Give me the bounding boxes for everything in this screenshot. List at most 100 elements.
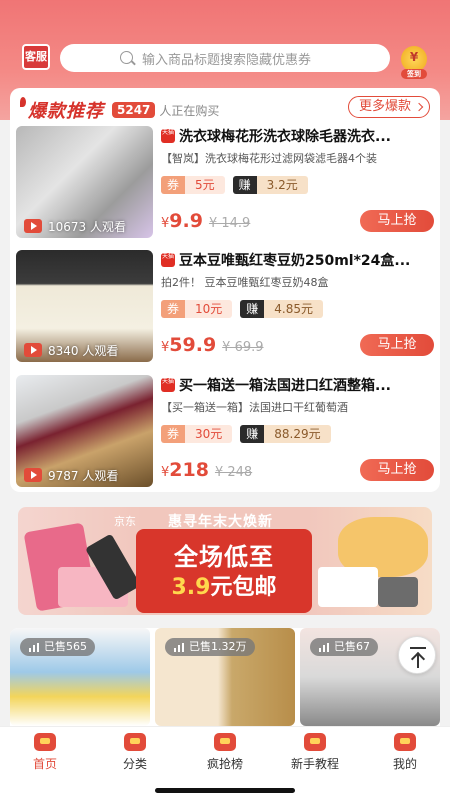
tab-label: 我的	[392, 757, 417, 771]
banner-price: 3.9	[171, 575, 211, 600]
product-tags: 券 5元 赚 3.2元	[161, 176, 316, 194]
bar-chart-icon	[319, 643, 329, 652]
coupon-tag: 券 30元	[161, 425, 233, 443]
tmall-badge: 天猫	[161, 129, 175, 143]
sold-count: 已售67	[334, 640, 370, 653]
tutorial-icon	[304, 733, 326, 751]
bar-chart-icon	[174, 643, 184, 652]
earn-tag: 赚 4.85元	[240, 300, 324, 318]
product-desc: 【智岚】洗衣球梅花形过滤网袋滤毛器4个装	[161, 152, 377, 165]
product-desc: 【买一箱送一箱】法国进口干红葡萄酒	[161, 401, 348, 414]
earn-key: 赚	[240, 300, 265, 318]
fire-icon	[214, 733, 236, 751]
coupon-key: 券	[161, 425, 185, 443]
tab-label: 分类	[122, 757, 147, 771]
coupon-value: 30元	[185, 425, 233, 443]
product-title[interactable]: 洗衣球梅花形洗衣球除毛器洗衣...	[179, 126, 391, 146]
current-price: ¥9.9	[161, 210, 203, 232]
buy-now-button[interactable]: 马上抢	[360, 459, 434, 481]
product-info: 天猫 买一箱送一箱法国进口红酒整箱... 【买一箱送一箱】法国进口干红葡萄酒 券…	[161, 375, 434, 487]
more-hot-button[interactable]: 更多爆款	[347, 96, 430, 118]
sold-count-badge: 已售67	[310, 638, 378, 656]
home-icon	[34, 733, 56, 751]
tab-profile[interactable]: 我的	[360, 733, 450, 772]
earn-value: 88.29元	[264, 425, 331, 443]
grid-item[interactable]: 已售565	[10, 628, 150, 726]
hot-title: 爆款推荐	[20, 97, 104, 123]
product-title[interactable]: 买一箱送一箱法国进口红酒整箱...	[179, 375, 391, 395]
coupon-value: 10元	[185, 300, 233, 318]
signin-button[interactable]: ¥ 签到	[401, 46, 427, 79]
hot-products-card: 爆款推荐 5247 人正在购买 更多爆款 10673 人观看 天猫 洗衣球梅花形…	[10, 88, 440, 492]
arrow-stem	[417, 654, 419, 668]
tab-ranking[interactable]: 疯抢榜	[180, 733, 270, 772]
coupon-value: 5元	[185, 176, 225, 194]
buy-now-button[interactable]: 马上抢	[360, 210, 434, 232]
coupon-key: 券	[161, 300, 185, 318]
search-bar[interactable]: 输入商品标题搜索隐藏优惠券	[60, 44, 390, 72]
video-play-icon	[24, 343, 42, 357]
home-indicator[interactable]	[155, 788, 295, 793]
tmall-badge: 天猫	[161, 253, 175, 267]
earn-value: 4.85元	[264, 300, 324, 318]
product-thumbnail[interactable]: 9787 人观看	[16, 375, 153, 487]
product-info: 天猫 豆本豆唯甄红枣豆奶250ml*24盒... 拍2件！ 豆本豆唯甄红枣豆奶4…	[161, 250, 434, 362]
product-tags: 券 30元 赚 88.29元	[161, 425, 339, 443]
banner-headline: 全场低至	[174, 543, 274, 571]
category-icon	[124, 733, 146, 751]
buy-now-button[interactable]: 马上抢	[360, 334, 434, 356]
original-price: ¥ 69.9	[222, 340, 264, 355]
sold-count: 已售1.32万	[189, 640, 247, 653]
watchers-count: 9787 人观看	[48, 468, 119, 483]
banner-store-label: 京东	[114, 515, 136, 528]
tab-category[interactable]: 分类	[90, 733, 180, 772]
product-item[interactable]: 9787 人观看 天猫 买一箱送一箱法国进口红酒整箱... 【买一箱送一箱】法国…	[16, 375, 434, 487]
buyer-count-label: 人正在购买	[159, 103, 220, 118]
tab-tutorial[interactable]: 新手教程	[270, 733, 360, 772]
coupon-tag: 券 10元	[161, 300, 233, 318]
price-row: ¥218 ¥ 248	[161, 459, 252, 481]
back-to-top-button[interactable]	[398, 636, 436, 674]
product-title[interactable]: 豆本豆唯甄红枣豆奶250ml*24盒...	[179, 250, 410, 270]
original-price: ¥ 248	[214, 465, 253, 480]
banner-slogan: 惠寻年末大焕新	[168, 514, 273, 530]
sold-count-badge: 已售1.32万	[165, 638, 255, 656]
search-placeholder: 输入商品标题搜索隐藏优惠券	[142, 52, 312, 68]
promo-banner[interactable]: 京东 惠寻年末大焕新 全场低至 3.9元包邮	[18, 507, 432, 615]
coupon-key: 券	[161, 176, 185, 194]
product-item[interactable]: 10673 人观看 天猫 洗衣球梅花形洗衣球除毛器洗衣... 【智岚】洗衣球梅花…	[16, 126, 434, 238]
product-tags: 券 10元 赚 4.85元	[161, 300, 331, 318]
banner-decoration	[318, 567, 378, 607]
watchers-count: 8340 人观看	[48, 343, 119, 358]
earn-key: 赚	[240, 425, 265, 443]
video-play-icon	[24, 468, 42, 482]
earn-value: 3.2元	[256, 176, 308, 194]
search-icon	[120, 51, 133, 64]
price-row: ¥9.9 ¥ 14.9	[161, 210, 250, 232]
sold-count: 已售565	[44, 640, 87, 653]
grid-item[interactable]: 已售1.32万	[155, 628, 295, 726]
tab-label: 首页	[32, 757, 57, 771]
chevron-right-icon	[414, 102, 424, 112]
sold-count-badge: 已售565	[20, 638, 95, 656]
banner-price-suffix: 元包邮	[210, 575, 277, 600]
earn-tag: 赚 3.2元	[232, 176, 308, 194]
tab-home[interactable]: 首页	[0, 733, 90, 772]
product-thumbnail[interactable]: 10673 人观看	[16, 126, 153, 238]
current-price: ¥218	[161, 459, 209, 481]
tmall-badge: 天猫	[161, 378, 175, 392]
watchers: 8340 人观看	[24, 342, 118, 358]
banner-decoration	[378, 577, 418, 607]
product-thumbnail[interactable]: 8340 人观看	[16, 250, 153, 362]
current-price: ¥59.9	[161, 334, 217, 356]
product-info: 天猫 洗衣球梅花形洗衣球除毛器洗衣... 【智岚】洗衣球梅花形过滤网袋滤毛器4个…	[161, 126, 434, 238]
watchers: 9787 人观看	[24, 467, 118, 483]
tab-label: 疯抢榜	[206, 757, 243, 771]
product-desc: 拍2件！ 豆本豆唯甄红枣豆奶48盒	[161, 276, 329, 289]
banner-price-line: 3.9元包邮	[136, 569, 312, 601]
customer-service-button[interactable]: 客服	[22, 44, 50, 70]
product-grid: 已售565 已售1.32万 已售67	[10, 628, 440, 726]
video-play-icon	[24, 219, 42, 233]
product-item[interactable]: 8340 人观看 天猫 豆本豆唯甄红枣豆奶250ml*24盒... 拍2件！ 豆…	[16, 250, 434, 362]
profile-icon	[394, 733, 416, 751]
